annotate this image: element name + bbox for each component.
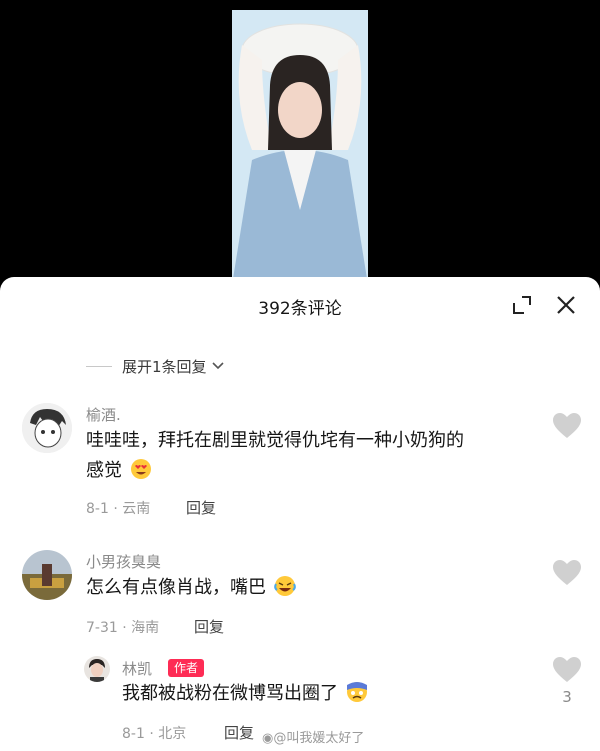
reply-location: 北京 (158, 726, 187, 742)
like-count: 3 (562, 688, 572, 706)
close-icon[interactable] (554, 293, 578, 317)
meta-dot: · (149, 726, 154, 742)
reply-button[interactable]: 回复 (186, 497, 216, 518)
laughing-tears-emoji-icon (273, 576, 296, 596)
video-figure (232, 10, 368, 285)
video-player[interactable] (0, 0, 600, 290)
comment-location: 云南 (122, 501, 151, 517)
sheet-header: 392条评论 (0, 277, 600, 335)
avatar[interactable] (84, 656, 110, 682)
like-heart-icon[interactable] (552, 412, 582, 440)
video-frame-image (232, 10, 368, 285)
comment-text-line1: 哇哇哇，拜托在剧里就觉得仇垞有一种小奶狗的 (86, 430, 464, 451)
expand-icon[interactable] (510, 293, 534, 317)
watermark-text: @叫我媛太好了 (273, 731, 365, 746)
comment-text: 哇哇哇，拜托在剧里就觉得仇垞有一种小奶狗的 (86, 426, 464, 456)
reply-username[interactable]: 林凯 (122, 658, 152, 679)
reply-text-body: 我都被战粉在微博骂出圈了 (122, 683, 338, 704)
expand-replies-label: 展开1条回复 (122, 357, 207, 376)
avatar[interactable] (22, 550, 72, 600)
comment-username[interactable]: 榆酒. (86, 404, 121, 425)
comment-text-body: 怎么有点像肖战，嘴巴 (86, 577, 266, 598)
reply-date: 8-1 (122, 726, 145, 742)
reply-text: 我都被战粉在微博骂出圈了 (122, 679, 368, 709)
reply-meta: 8-1 · 北京 (122, 723, 186, 743)
avatar[interactable] (22, 403, 72, 453)
comment-text-line2: 感觉 (86, 460, 122, 481)
comment-location: 海南 (131, 620, 160, 636)
chevron-down-icon (211, 362, 224, 370)
like-heart-icon[interactable] (552, 656, 582, 684)
comment-date: 7-31 (86, 620, 118, 636)
comment-text: 怎么有点像肖战，嘴巴 (86, 573, 296, 603)
expand-divider (86, 365, 112, 367)
cold-sweat-emoji-icon (346, 682, 367, 702)
meta-dot: · (122, 620, 127, 636)
watermark-logo-icon: ◉ (262, 731, 274, 746)
author-badge: 作者 (168, 659, 205, 677)
comment-username[interactable]: 小男孩臭臭 (86, 551, 161, 572)
comment-meta: 8-1 · 云南 (86, 498, 150, 518)
comment-text-continued: 感觉 (86, 456, 152, 486)
meta-dot: · (113, 501, 118, 517)
reply-button[interactable]: 回复 (224, 722, 254, 743)
like-heart-icon[interactable] (552, 559, 582, 587)
watermark: ◉@叫我媛太好了 (262, 727, 364, 746)
comment-sheet: 392条评论 展开1条回复 榆酒. 哇哇哇，拜托在剧里就觉得仇垞有一种小奶狗的 … (0, 277, 600, 751)
comment-meta: 7-31 · 海南 (86, 617, 159, 637)
comment-date: 8-1 (86, 501, 109, 517)
reply-button[interactable]: 回复 (194, 616, 224, 637)
heart-eyes-emoji-icon (130, 459, 151, 479)
expand-replies-button[interactable]: 展开1条回复 (0, 354, 225, 378)
